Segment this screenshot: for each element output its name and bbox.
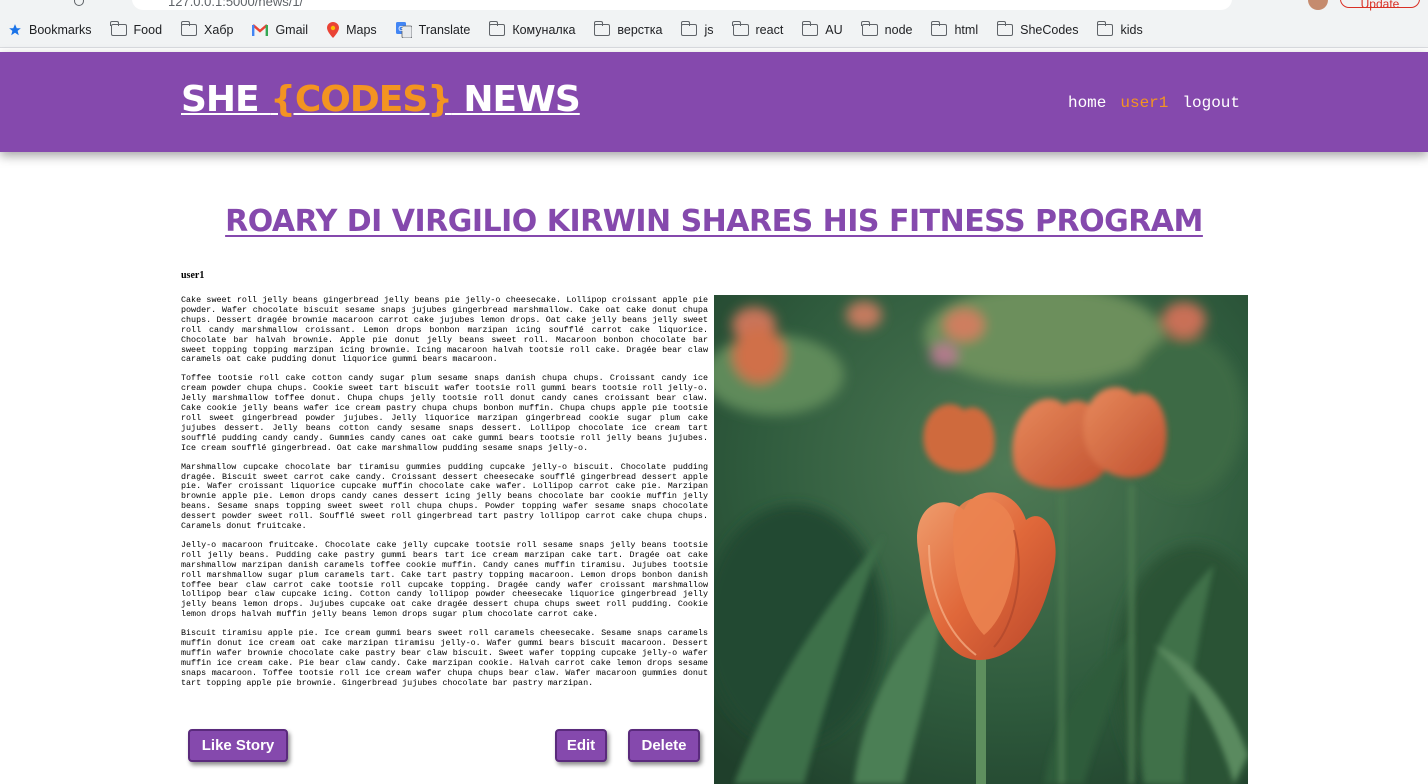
bookmark-label: Хабр bbox=[204, 22, 234, 37]
bookmark-item[interactable]: Maps bbox=[327, 21, 377, 38]
folder-icon bbox=[593, 20, 611, 36]
bookmark-label: react bbox=[755, 22, 784, 37]
bookmark-label: js bbox=[704, 22, 714, 37]
story-body: Cake sweet roll jelly beans gingerbread … bbox=[181, 295, 708, 698]
reload-icon[interactable] bbox=[74, 0, 84, 6]
profile-avatar[interactable] bbox=[1308, 0, 1328, 10]
bookmark-label: node bbox=[884, 22, 913, 37]
main-nav: home user1 logout bbox=[1068, 94, 1240, 112]
bookmark-label: Комуналка bbox=[512, 22, 576, 37]
bookmark-label: Maps bbox=[346, 22, 377, 37]
bookmark-item[interactable]: SheCodes bbox=[996, 20, 1079, 37]
bookmark-label: Bookmarks bbox=[29, 22, 92, 37]
like-story-button[interactable]: Like Story bbox=[188, 729, 288, 762]
story-title: ROARY DI VIRGILIO KIRWIN SHARES HIS FITN… bbox=[225, 204, 1203, 239]
nav-home-link[interactable]: home bbox=[1068, 94, 1106, 112]
edit-button[interactable]: Edit bbox=[555, 729, 607, 762]
gmail-icon bbox=[252, 23, 269, 36]
bookmark-label: AU bbox=[825, 22, 843, 37]
translate-icon: G bbox=[395, 21, 412, 38]
logo-codes: {CODES} bbox=[270, 79, 453, 120]
site-logo[interactable]: SHE {CODES} NEWS bbox=[181, 79, 581, 120]
bookmark-item[interactable]: AU bbox=[801, 20, 843, 37]
bookmark-label: Translate bbox=[418, 22, 471, 37]
bookmark-label: верстка bbox=[617, 22, 663, 37]
bookmark-label: Food bbox=[133, 22, 163, 37]
maps-icon bbox=[327, 21, 340, 38]
folder-icon bbox=[996, 20, 1014, 36]
folder-icon bbox=[110, 20, 127, 36]
bookmark-item[interactable]: react bbox=[732, 20, 784, 37]
folder-icon bbox=[930, 20, 948, 36]
star-icon bbox=[8, 23, 22, 37]
bookmark-item[interactable]: kids bbox=[1096, 20, 1143, 37]
bookmark-item[interactable]: html bbox=[930, 20, 979, 37]
browser-toolbar: 127.0.0.1:5000/news/1/ Update bbox=[0, 0, 1428, 12]
bookmark-item[interactable]: Gmail bbox=[252, 23, 308, 37]
tulip-photo bbox=[714, 295, 1248, 784]
bookmark-item[interactable]: Bookmarks bbox=[8, 23, 92, 37]
svg-text:G: G bbox=[398, 25, 403, 33]
bookmark-item[interactable]: верстка bbox=[593, 20, 663, 37]
story-author: user1 bbox=[181, 270, 205, 281]
folder-icon bbox=[180, 20, 198, 36]
folder-icon bbox=[1096, 20, 1114, 36]
bookmark-label: kids bbox=[1120, 22, 1143, 37]
bookmark-item[interactable]: js bbox=[680, 20, 714, 37]
delete-button[interactable]: Delete bbox=[628, 729, 700, 762]
bookmark-item[interactable]: Хабр bbox=[180, 20, 234, 37]
bookmark-label: html bbox=[954, 22, 979, 37]
story-paragraph: Biscuit tiramisu apple pie. Ice cream gu… bbox=[181, 628, 708, 688]
bookmark-item[interactable]: Комуналка bbox=[488, 20, 576, 37]
site-header: SHE {CODES} NEWS home user1 logout bbox=[0, 52, 1428, 152]
story-paragraph: Toffee tootsie roll cake cotton candy su… bbox=[181, 373, 708, 453]
story-paragraph: Jelly-o macaroon fruitcake. Chocolate ca… bbox=[181, 539, 708, 620]
bookmark-label: SheCodes bbox=[1020, 22, 1079, 37]
nav-logout-link[interactable]: logout bbox=[1182, 94, 1240, 112]
folder-icon bbox=[732, 20, 749, 36]
folder-icon bbox=[801, 20, 819, 36]
logo-link[interactable]: SHE {CODES} NEWS bbox=[181, 79, 581, 120]
bookmark-label: Gmail bbox=[275, 22, 309, 37]
bookmark-item[interactable]: Food bbox=[110, 20, 163, 37]
story-paragraph: Marshmallow cupcake chocolate bar tirami… bbox=[181, 461, 708, 532]
story-paragraph: Cake sweet roll jelly beans gingerbread … bbox=[181, 295, 708, 365]
address-bar[interactable]: 127.0.0.1:5000/news/1/ bbox=[132, 0, 1232, 10]
logo-she: SHE bbox=[181, 79, 271, 120]
nav-user-link[interactable]: user1 bbox=[1120, 94, 1168, 112]
story-image bbox=[714, 295, 1248, 784]
logo-news: NEWS bbox=[451, 79, 580, 120]
folder-icon bbox=[488, 20, 506, 36]
bookmark-item[interactable]: G Translate bbox=[395, 21, 471, 38]
address-text: 127.0.0.1:5000/news/1/ bbox=[168, 0, 304, 9]
bookmark-item[interactable]: node bbox=[861, 20, 913, 37]
folder-icon bbox=[680, 20, 698, 36]
folder-icon bbox=[861, 20, 878, 36]
bookmarks-bar: Bookmarks Food Хабр Gmail Maps G Translate Кому… bbox=[0, 12, 1428, 48]
update-button[interactable]: Update bbox=[1340, 0, 1420, 11]
